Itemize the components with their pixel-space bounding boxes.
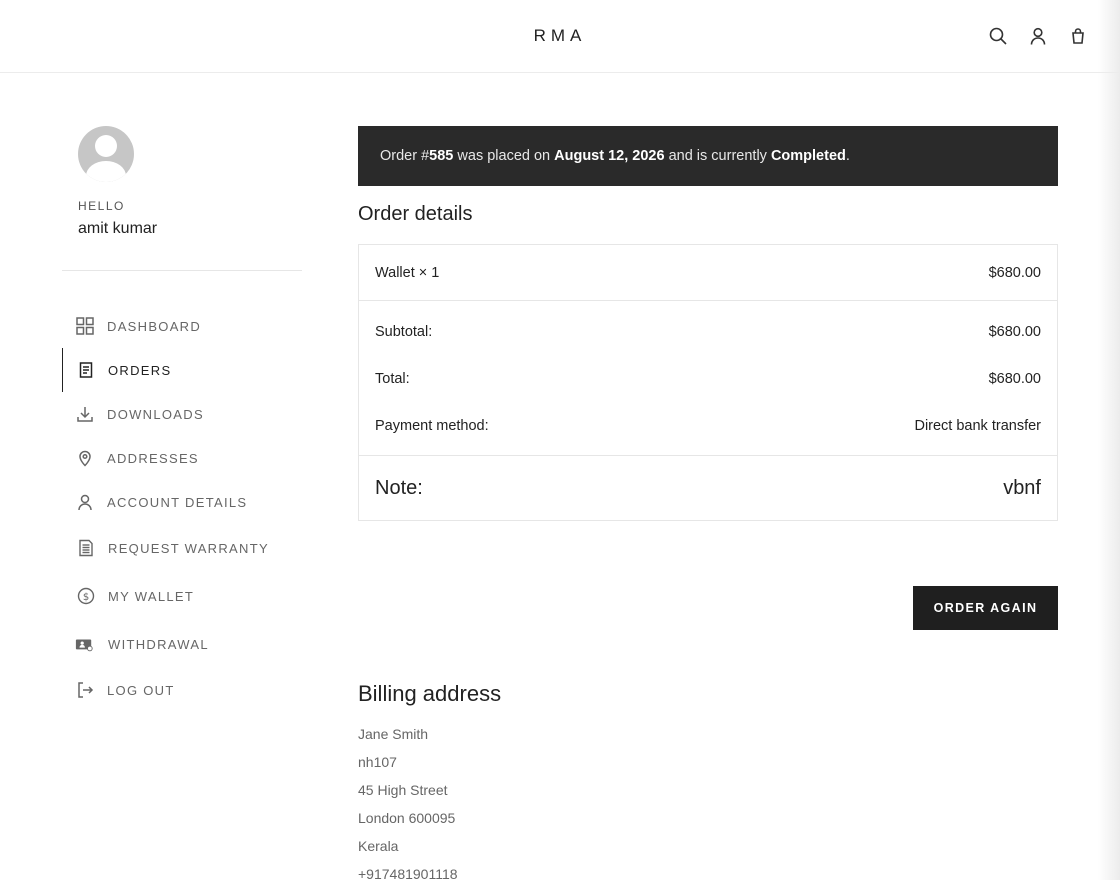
order-details-table: Wallet × 1 $680.00 Subtotal: $680.00 Tot… — [358, 244, 1058, 521]
location-pin-icon — [76, 449, 94, 467]
sidebar-item-label: ACCOUNT DETAILS — [107, 495, 248, 510]
sidebar-item-label: DASHBOARD — [107, 319, 202, 334]
order-again-button[interactable]: ORDER AGAIN — [913, 586, 1058, 630]
bag-icon[interactable] — [1068, 26, 1088, 46]
billing-state: Kerala — [358, 838, 399, 854]
sidebar-item-label: ORDERS — [108, 363, 172, 378]
sidebar-item-log-out[interactable]: LOG OUT — [62, 668, 302, 712]
banner-text: was placed on — [453, 148, 555, 164]
table-divider — [359, 300, 1057, 301]
sidebar-item-label: ADDRESSES — [107, 451, 199, 466]
billing-city-postcode: London 600095 — [358, 810, 456, 826]
logout-icon — [76, 681, 94, 699]
banner-text: Order # — [380, 148, 430, 164]
user-name: amit kumar — [78, 220, 158, 237]
site-header: RMA — [0, 0, 1120, 73]
sidebar-item-dashboard[interactable]: DASHBOARD — [62, 304, 302, 348]
note-label: Note: — [375, 477, 423, 499]
total-label: Total: — [375, 371, 410, 387]
total-value: $680.00 — [988, 371, 1041, 387]
sidebar-item-downloads[interactable]: DOWNLOADS — [62, 392, 302, 436]
withdrawal-icon — [75, 635, 93, 653]
user-icon — [76, 493, 94, 511]
sidebar-item-label: DOWNLOADS — [107, 407, 204, 422]
sidebar-divider — [62, 270, 302, 271]
sidebar-item-addresses[interactable]: ADDRESSES — [62, 436, 302, 480]
sidebar-item-label: WITHDRAWAL — [108, 637, 209, 652]
banner-text: . — [845, 148, 850, 164]
orders-icon — [77, 361, 95, 379]
subtotal-value: $680.00 — [988, 324, 1041, 340]
billing-address-heading: Billing address — [358, 681, 502, 706]
dollar-coin-icon: $ — [77, 587, 95, 605]
svg-text:$: $ — [83, 592, 89, 603]
avatar — [78, 126, 134, 182]
search-icon[interactable] — [988, 26, 1008, 46]
greeting-label: HELLO — [78, 199, 125, 213]
document-icon — [77, 539, 95, 557]
sidebar-item-label: LOG OUT — [107, 683, 175, 698]
note-value: vbnf — [1003, 477, 1041, 499]
dashboard-icon — [76, 317, 94, 335]
billing-street: 45 High Street — [358, 782, 448, 798]
billing-name: Jane Smith — [358, 726, 429, 742]
subtotal-label: Subtotal: — [375, 324, 433, 340]
order-status-banner: Order #585 was placed on August 12, 2026… — [358, 126, 1058, 186]
sidebar-item-my-wallet[interactable]: $ MY WALLET — [62, 574, 302, 618]
order-date: August 12, 2026 — [554, 148, 665, 164]
user-icon[interactable] — [1028, 26, 1048, 46]
brand-logo[interactable]: RMA — [0, 26, 1120, 46]
order-status: Completed — [770, 148, 846, 164]
billing-phone: +917481901118 — [358, 866, 458, 880]
sidebar-item-label: MY WALLET — [108, 589, 195, 604]
item-price: $680.00 — [988, 265, 1041, 281]
sidebar-item-request-warranty[interactable]: REQUEST WARRANTY — [62, 526, 302, 570]
item-name: Wallet × 1 — [375, 265, 440, 281]
right-edge-shadow — [1098, 0, 1120, 880]
sidebar-item-withdrawal[interactable]: WITHDRAWAL — [62, 622, 302, 666]
sidebar-item-label: REQUEST WARRANTY — [108, 541, 269, 556]
banner-text: and is currently — [664, 148, 771, 164]
payment-method-label: Payment method: — [375, 418, 489, 434]
table-divider — [359, 455, 1057, 456]
order-number: 585 — [429, 148, 454, 164]
sidebar-item-orders[interactable]: ORDERS — [62, 348, 302, 392]
sidebar-item-account-details[interactable]: ACCOUNT DETAILS — [62, 480, 302, 524]
billing-company: nh107 — [358, 754, 397, 770]
download-icon — [76, 405, 94, 423]
order-details-heading: Order details — [358, 203, 473, 225]
payment-method-value: Direct bank transfer — [914, 418, 1041, 434]
